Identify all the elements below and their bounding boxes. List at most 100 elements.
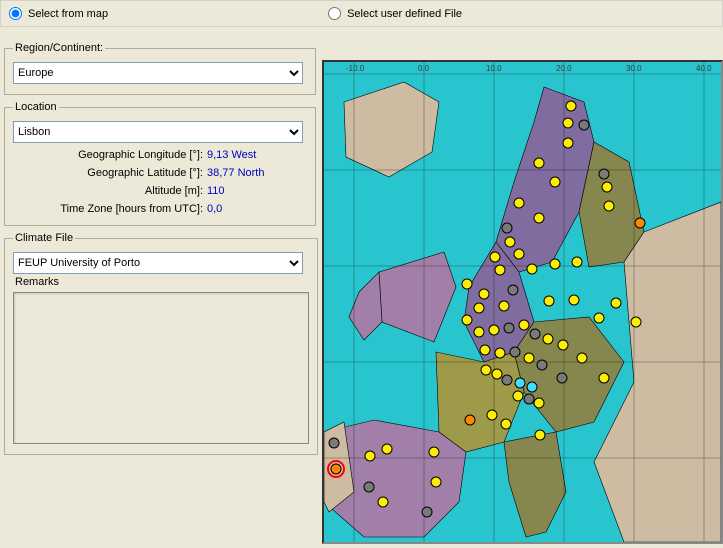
location-dot[interactable] (479, 289, 489, 299)
longitude-field: Geographic Longitude [°]: 9,13 West (13, 149, 307, 161)
location-dot[interactable] (495, 348, 505, 358)
location-dot[interactable] (599, 373, 609, 383)
location-dot[interactable] (524, 394, 534, 404)
region-fieldset: Region/Continent: Europe (4, 42, 316, 95)
location-dot[interactable] (481, 365, 491, 375)
location-dot[interactable] (378, 497, 388, 507)
location-dot[interactable] (513, 391, 523, 401)
location-dot[interactable] (365, 451, 375, 461)
location-dot[interactable] (508, 285, 518, 295)
location-dot[interactable] (535, 430, 545, 440)
location-dot[interactable] (544, 296, 554, 306)
location-dot[interactable] (499, 301, 509, 311)
timezone-value: 0,0 (207, 203, 222, 215)
location-dot[interactable] (431, 477, 441, 487)
location-dot[interactable] (579, 120, 589, 130)
location-dot[interactable] (495, 265, 505, 275)
location-dot[interactable] (474, 303, 484, 313)
location-dot[interactable] (543, 334, 553, 344)
longitude-value: 9,13 West (207, 149, 256, 161)
climate-select[interactable]: FEUP University of Porto (13, 252, 303, 274)
location-legend: Location (13, 101, 59, 113)
timezone-label: Time Zone [hours from UTC]: (13, 203, 207, 215)
svg-text:40.0: 40.0 (696, 64, 712, 73)
mode-radio-group: Select from map Select user defined File (9, 7, 462, 20)
location-dot[interactable] (519, 320, 529, 330)
location-dot[interactable] (566, 101, 576, 111)
location-dot[interactable] (611, 298, 621, 308)
location-dot[interactable] (489, 325, 499, 335)
location-dot[interactable] (599, 169, 609, 179)
mode-map-label: Select from map (28, 8, 108, 20)
mode-map-radio[interactable] (9, 7, 22, 20)
timezone-field: Time Zone [hours from UTC]: 0,0 (13, 203, 307, 215)
location-dot[interactable] (514, 249, 524, 259)
location-dot[interactable] (550, 259, 560, 269)
location-dot[interactable] (515, 378, 525, 388)
map-panel[interactable]: -10.0 0.0 10.0 20.0 30.0 40.0 (322, 60, 723, 544)
location-dot[interactable] (563, 138, 573, 148)
location-dot[interactable] (557, 373, 567, 383)
location-dot[interactable] (537, 360, 547, 370)
location-dot[interactable] (602, 182, 612, 192)
location-dot[interactable] (604, 201, 614, 211)
location-dot[interactable] (510, 347, 520, 357)
location-dot[interactable] (331, 464, 341, 474)
location-dot[interactable] (534, 213, 544, 223)
location-dot[interactable] (572, 257, 582, 267)
location-select[interactable]: Lisbon (13, 121, 303, 143)
location-dot[interactable] (594, 313, 604, 323)
svg-text:20.0: 20.0 (556, 64, 572, 73)
location-dot[interactable] (534, 158, 544, 168)
longitude-label: Geographic Longitude [°]: (13, 149, 207, 161)
altitude-label: Altitude [m]: (13, 185, 207, 197)
mode-file-label: Select user defined File (347, 8, 462, 20)
location-dot[interactable] (462, 315, 472, 325)
location-fieldset: Location Lisbon Geographic Longitude [°]… (4, 101, 316, 226)
location-dot[interactable] (364, 482, 374, 492)
location-dot[interactable] (514, 198, 524, 208)
location-dot[interactable] (501, 419, 511, 429)
latitude-label: Geographic Latitude [°]: (13, 167, 207, 179)
location-dot[interactable] (382, 444, 392, 454)
location-dot[interactable] (490, 252, 500, 262)
location-dot[interactable] (429, 447, 439, 457)
location-dot[interactable] (530, 329, 540, 339)
region-select[interactable]: Europe (13, 62, 303, 84)
location-dot[interactable] (487, 410, 497, 420)
remarks-label: Remarks (15, 276, 309, 288)
location-dot[interactable] (474, 327, 484, 337)
location-dot[interactable] (558, 340, 568, 350)
climate-legend: Climate File (13, 232, 75, 244)
location-dot[interactable] (329, 438, 339, 448)
mode-file-radio[interactable] (328, 7, 341, 20)
location-dot[interactable] (577, 353, 587, 363)
europe-map[interactable]: -10.0 0.0 10.0 20.0 30.0 40.0 (324, 62, 721, 542)
location-dot[interactable] (480, 345, 490, 355)
location-dot[interactable] (635, 218, 645, 228)
region-legend: Region/Continent: (13, 42, 105, 54)
mode-map-option[interactable]: Select from map (9, 7, 108, 20)
location-dot[interactable] (563, 118, 573, 128)
location-dot[interactable] (527, 382, 537, 392)
location-dot[interactable] (502, 375, 512, 385)
location-dot[interactable] (465, 415, 475, 425)
location-dot[interactable] (462, 279, 472, 289)
location-dot[interactable] (502, 223, 512, 233)
location-dot[interactable] (534, 398, 544, 408)
climate-fieldset: Climate File FEUP University of Porto Re… (4, 232, 318, 455)
remarks-box[interactable] (13, 292, 309, 444)
location-dot[interactable] (569, 295, 579, 305)
location-dot[interactable] (504, 323, 514, 333)
latitude-value: 38,77 North (207, 167, 264, 179)
svg-text:10.0: 10.0 (486, 64, 502, 73)
location-dot[interactable] (550, 177, 560, 187)
mode-file-option[interactable]: Select user defined File (328, 7, 462, 20)
location-dot[interactable] (631, 317, 641, 327)
location-dot[interactable] (524, 353, 534, 363)
location-dot[interactable] (492, 369, 502, 379)
location-dot[interactable] (422, 507, 432, 517)
location-dot[interactable] (505, 237, 515, 247)
location-dot[interactable] (527, 264, 537, 274)
svg-text:-10.0: -10.0 (346, 64, 365, 73)
